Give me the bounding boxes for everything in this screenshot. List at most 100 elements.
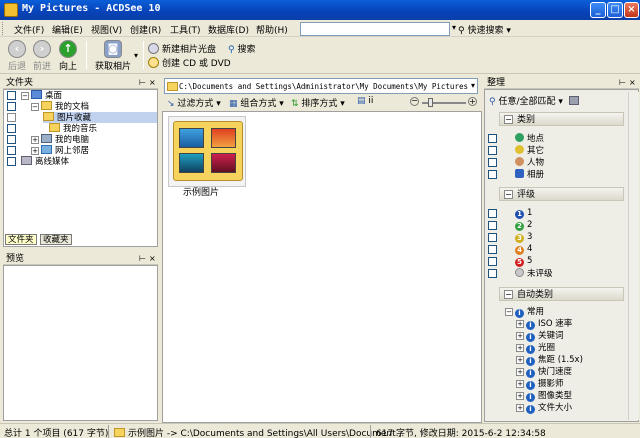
- tree-item-my-documents[interactable]: − 我的文档: [31, 101, 89, 112]
- category-other[interactable]: 其它: [515, 145, 544, 156]
- folder-checkbox[interactable]: [7, 102, 16, 111]
- globe-icon: [515, 133, 524, 142]
- folder-checkbox[interactable]: [7, 146, 16, 155]
- auto-item-focal[interactable]: + i 焦距 (1.5x): [516, 355, 583, 366]
- menu-file[interactable]: 文件(F): [14, 23, 44, 36]
- folder-checkbox[interactable]: [7, 124, 16, 133]
- folder-checkbox[interactable]: [7, 91, 16, 100]
- close-icon[interactable]: ×: [149, 253, 156, 265]
- category-checkbox[interactable]: [488, 134, 497, 143]
- file-list[interactable]: 示例图片: [162, 111, 482, 423]
- search-input[interactable]: [300, 22, 450, 36]
- zoom-thumb[interactable]: [428, 98, 433, 107]
- close-icon[interactable]: ×: [629, 77, 636, 89]
- rating-5[interactable]: 55: [515, 256, 532, 267]
- auto-item-keywords[interactable]: + i 关键词: [516, 331, 564, 342]
- rating-3[interactable]: 33: [515, 232, 532, 243]
- auto-item-file-size[interactable]: + i 文件大小: [516, 403, 572, 414]
- tree-item-desktop[interactable]: − 桌面: [21, 90, 62, 101]
- menu-tools[interactable]: 工具(T): [170, 23, 201, 36]
- menu-database[interactable]: 数据库(D): [208, 23, 249, 36]
- rating-checkbox[interactable]: [488, 221, 497, 230]
- rating-2[interactable]: 22: [515, 220, 532, 231]
- forward-button[interactable]: › 前进: [30, 40, 54, 72]
- pin-icon[interactable]: ⊢: [139, 77, 146, 89]
- expand-icon[interactable]: +: [31, 147, 39, 155]
- category-checkbox[interactable]: [488, 146, 497, 155]
- auto-categories-header[interactable]: − 自动类别: [499, 287, 624, 301]
- rating-unrated[interactable]: 未评级: [515, 268, 553, 279]
- tree-item-my-pictures[interactable]: 图片收藏: [43, 112, 157, 123]
- category-checkbox[interactable]: [488, 170, 497, 179]
- acquire-dropdown-icon[interactable]: ▾: [134, 51, 138, 60]
- tab-favorites[interactable]: 收藏夹: [40, 234, 72, 245]
- rating-checkbox[interactable]: [488, 269, 497, 278]
- auto-item-image-type[interactable]: + i 图像类型: [516, 391, 572, 402]
- sort-button[interactable]: ⇅ 排序方式 ▾: [291, 96, 345, 109]
- collapse-icon[interactable]: −: [21, 92, 29, 100]
- auto-root-common[interactable]: − i 常用: [505, 307, 544, 318]
- tree-item-my-music[interactable]: 我的音乐: [49, 123, 97, 134]
- tree-item-offline-media[interactable]: 离线媒体: [21, 156, 69, 167]
- tree-item-network[interactable]: + 网上邻居: [31, 145, 89, 156]
- view-mode-button[interactable]: ▤ ii: [357, 96, 373, 106]
- menu-help[interactable]: 帮助(H): [256, 23, 288, 36]
- menu-view[interactable]: 视图(V): [91, 23, 122, 36]
- tab-folders[interactable]: 文件夹: [5, 234, 37, 245]
- search-button[interactable]: ⚲ 搜索: [228, 42, 255, 55]
- auto-item-aperture[interactable]: + i 光圈: [516, 343, 555, 354]
- category-places[interactable]: 地点: [515, 133, 544, 144]
- quick-search-button[interactable]: ⚲ 快速搜索 ▾: [458, 23, 511, 36]
- close-button[interactable]: ×: [624, 2, 639, 18]
- thumbnail-sample-pictures[interactable]: [168, 116, 246, 187]
- folder-checkbox[interactable]: [7, 135, 16, 144]
- rating-checkbox[interactable]: [488, 257, 497, 266]
- category-albums[interactable]: 相册: [515, 169, 544, 180]
- match-dropdown[interactable]: ⚲ 任意/全部匹配 ▾: [489, 94, 579, 107]
- pin-icon[interactable]: ⊢: [619, 77, 626, 89]
- auto-item-photographer[interactable]: + i 摄影师: [516, 379, 564, 390]
- rating-checkbox[interactable]: [488, 245, 497, 254]
- zoom-out-icon[interactable]: −: [410, 97, 419, 106]
- create-cd-button[interactable]: 创建 CD 或 DVD: [148, 56, 231, 69]
- rating-4[interactable]: 44: [515, 244, 532, 255]
- rating-checkbox[interactable]: [488, 233, 497, 242]
- dropdown-arrow-icon[interactable]: ▾: [452, 23, 456, 32]
- pin-icon[interactable]: ⊢: [139, 253, 146, 265]
- status-item-text: 示例图片 -> C:\Documents and Settings\All Us…: [128, 429, 405, 438]
- ratings-header[interactable]: − 评级: [499, 187, 624, 201]
- organize-scrollbar[interactable]: [628, 92, 639, 420]
- expand-icon[interactable]: +: [31, 136, 39, 144]
- up-button[interactable]: ↑ 向上: [56, 40, 80, 72]
- auto-item-iso[interactable]: + i ISO 速率: [516, 319, 572, 330]
- filter-button[interactable]: ↘ 过滤方式 ▾: [167, 96, 221, 109]
- path-dropdown-icon[interactable]: ▾: [471, 81, 475, 90]
- maximize-button[interactable]: □: [607, 2, 623, 18]
- close-icon[interactable]: ×: [149, 77, 156, 89]
- collapse-icon[interactable]: −: [31, 103, 39, 111]
- clear-icon[interactable]: [568, 96, 579, 105]
- category-label: 地点: [527, 134, 545, 144]
- tree-item-my-computer[interactable]: + 我的电脑: [31, 134, 89, 145]
- category-people[interactable]: 人物: [515, 157, 544, 168]
- tree-label: 我的文档: [55, 102, 90, 112]
- menu-create[interactable]: 创建(R): [130, 23, 161, 36]
- toolbar-separator: [86, 41, 87, 69]
- rating-1[interactable]: 11: [515, 208, 532, 219]
- category-checkbox[interactable]: [488, 158, 497, 167]
- group-button[interactable]: ▦ 组合方式 ▾: [229, 96, 284, 109]
- folder-checkbox[interactable]: [7, 113, 16, 122]
- path-bar[interactable]: C:\Documents and Settings\Administrator\…: [164, 78, 478, 94]
- categories-header[interactable]: − 类别: [499, 112, 624, 126]
- acquire-button[interactable]: ◙ 获取相片: [94, 40, 132, 72]
- zoom-slider[interactable]: − +: [410, 97, 478, 107]
- zoom-in-icon[interactable]: +: [468, 97, 477, 106]
- menu-edit[interactable]: 编辑(E): [52, 23, 83, 36]
- offline-media-icon: [21, 156, 32, 165]
- auto-item-shutter[interactable]: + i 快门速度: [516, 367, 572, 378]
- new-disc-button[interactable]: 新建相片光盘: [148, 42, 216, 55]
- minimize-button[interactable]: _: [590, 2, 606, 18]
- folder-checkbox[interactable]: [7, 157, 16, 166]
- back-button[interactable]: ‹ 后退: [5, 40, 29, 72]
- rating-checkbox[interactable]: [488, 209, 497, 218]
